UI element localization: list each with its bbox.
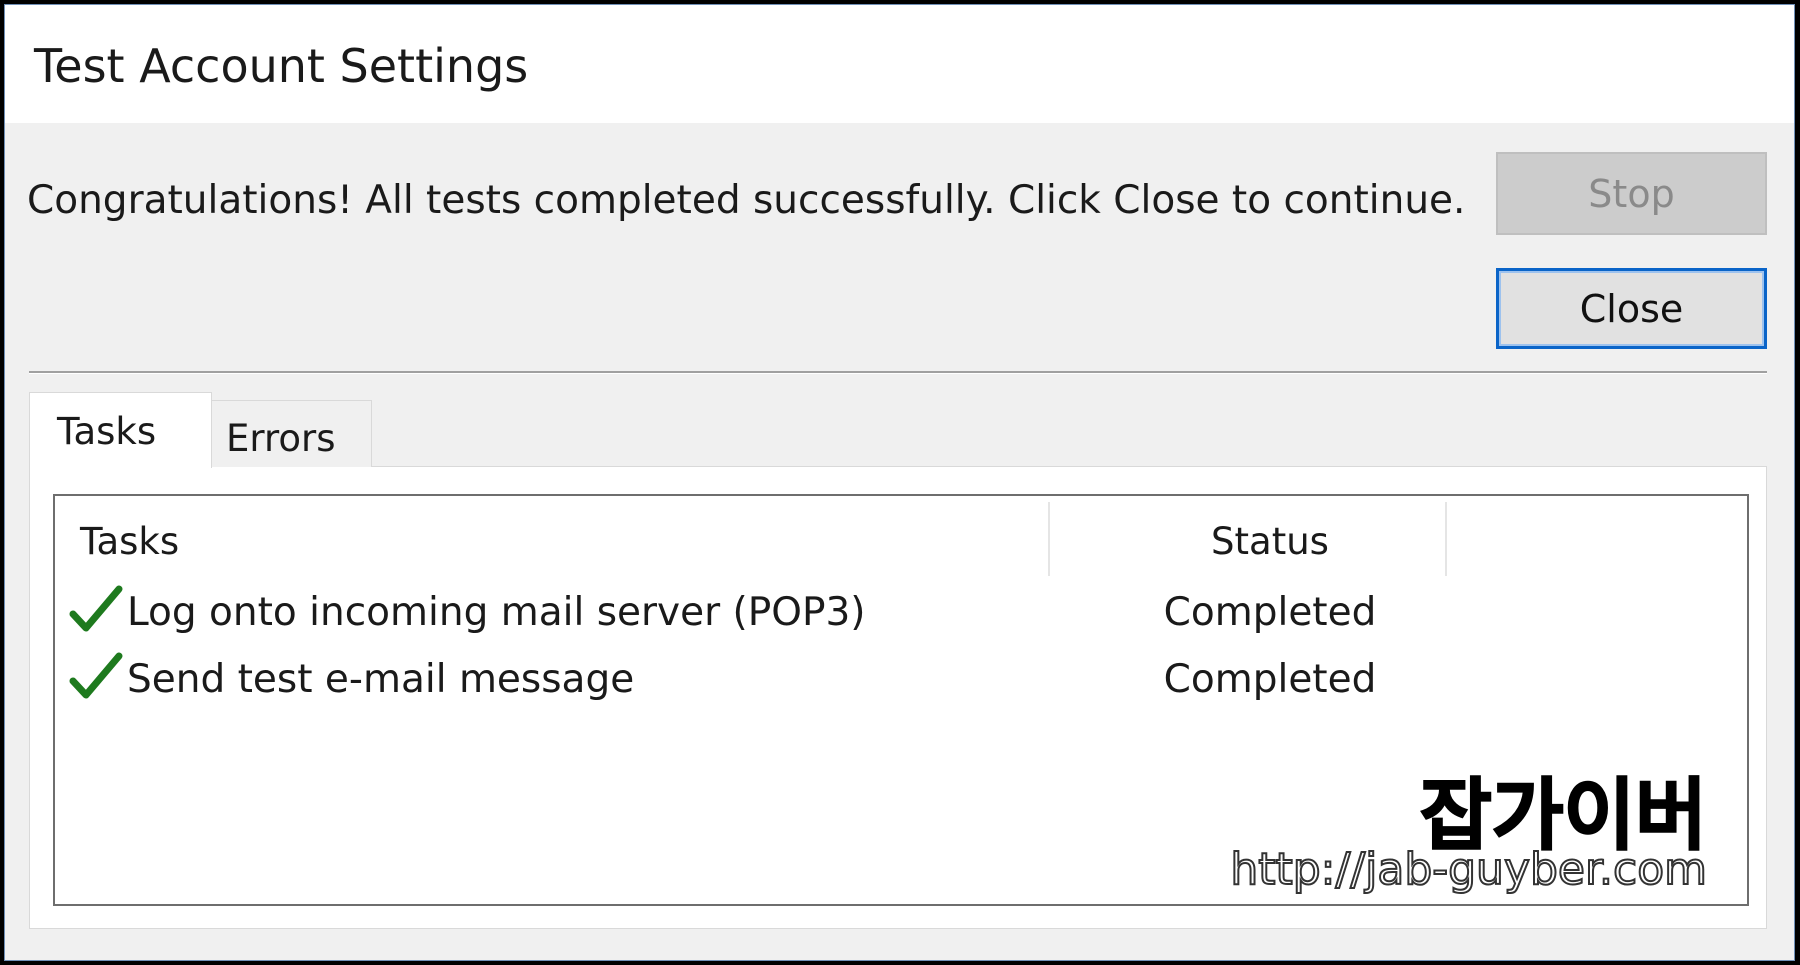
task-row[interactable]: Send test e-mail message Completed <box>55 651 1747 711</box>
close-button[interactable]: Close <box>1496 268 1767 349</box>
task-row[interactable]: Log onto incoming mail server (POP3) Com… <box>55 584 1747 644</box>
watermark-url: http://jab-guyber.com <box>1229 843 1708 896</box>
check-icon <box>69 652 123 699</box>
column-header-status[interactable]: Status <box>1195 520 1345 563</box>
stop-button[interactable]: Stop <box>1496 152 1767 235</box>
tab-errors[interactable]: Errors <box>211 400 372 467</box>
check-icon <box>69 585 123 632</box>
column-header-tasks[interactable]: Tasks <box>80 520 179 563</box>
title-bar: Test Account Settings <box>5 5 1794 123</box>
dialog-title: Test Account Settings <box>34 39 529 93</box>
tab-tasks-label: Tasks <box>57 410 157 453</box>
tab-errors-label: Errors <box>226 417 336 460</box>
separator <box>29 371 1767 374</box>
watermark: 잡가이버 http://jab-guyber.com <box>1205 753 1735 903</box>
task-status: Completed <box>1163 590 1377 635</box>
tab-tasks[interactable]: Tasks <box>29 392 212 468</box>
task-name: Log onto incoming mail server (POP3) <box>127 590 866 635</box>
task-name: Send test e-mail message <box>127 657 635 702</box>
status-message: Congratulations! All tests completed suc… <box>27 178 1466 223</box>
column-divider[interactable] <box>1445 502 1447 576</box>
task-status: Completed <box>1163 657 1377 702</box>
stop-button-label: Stop <box>1588 171 1675 216</box>
test-account-settings-dialog: Test Account Settings Congratulations! A… <box>4 4 1795 961</box>
column-divider[interactable] <box>1048 502 1050 576</box>
close-button-label: Close <box>1579 286 1684 331</box>
